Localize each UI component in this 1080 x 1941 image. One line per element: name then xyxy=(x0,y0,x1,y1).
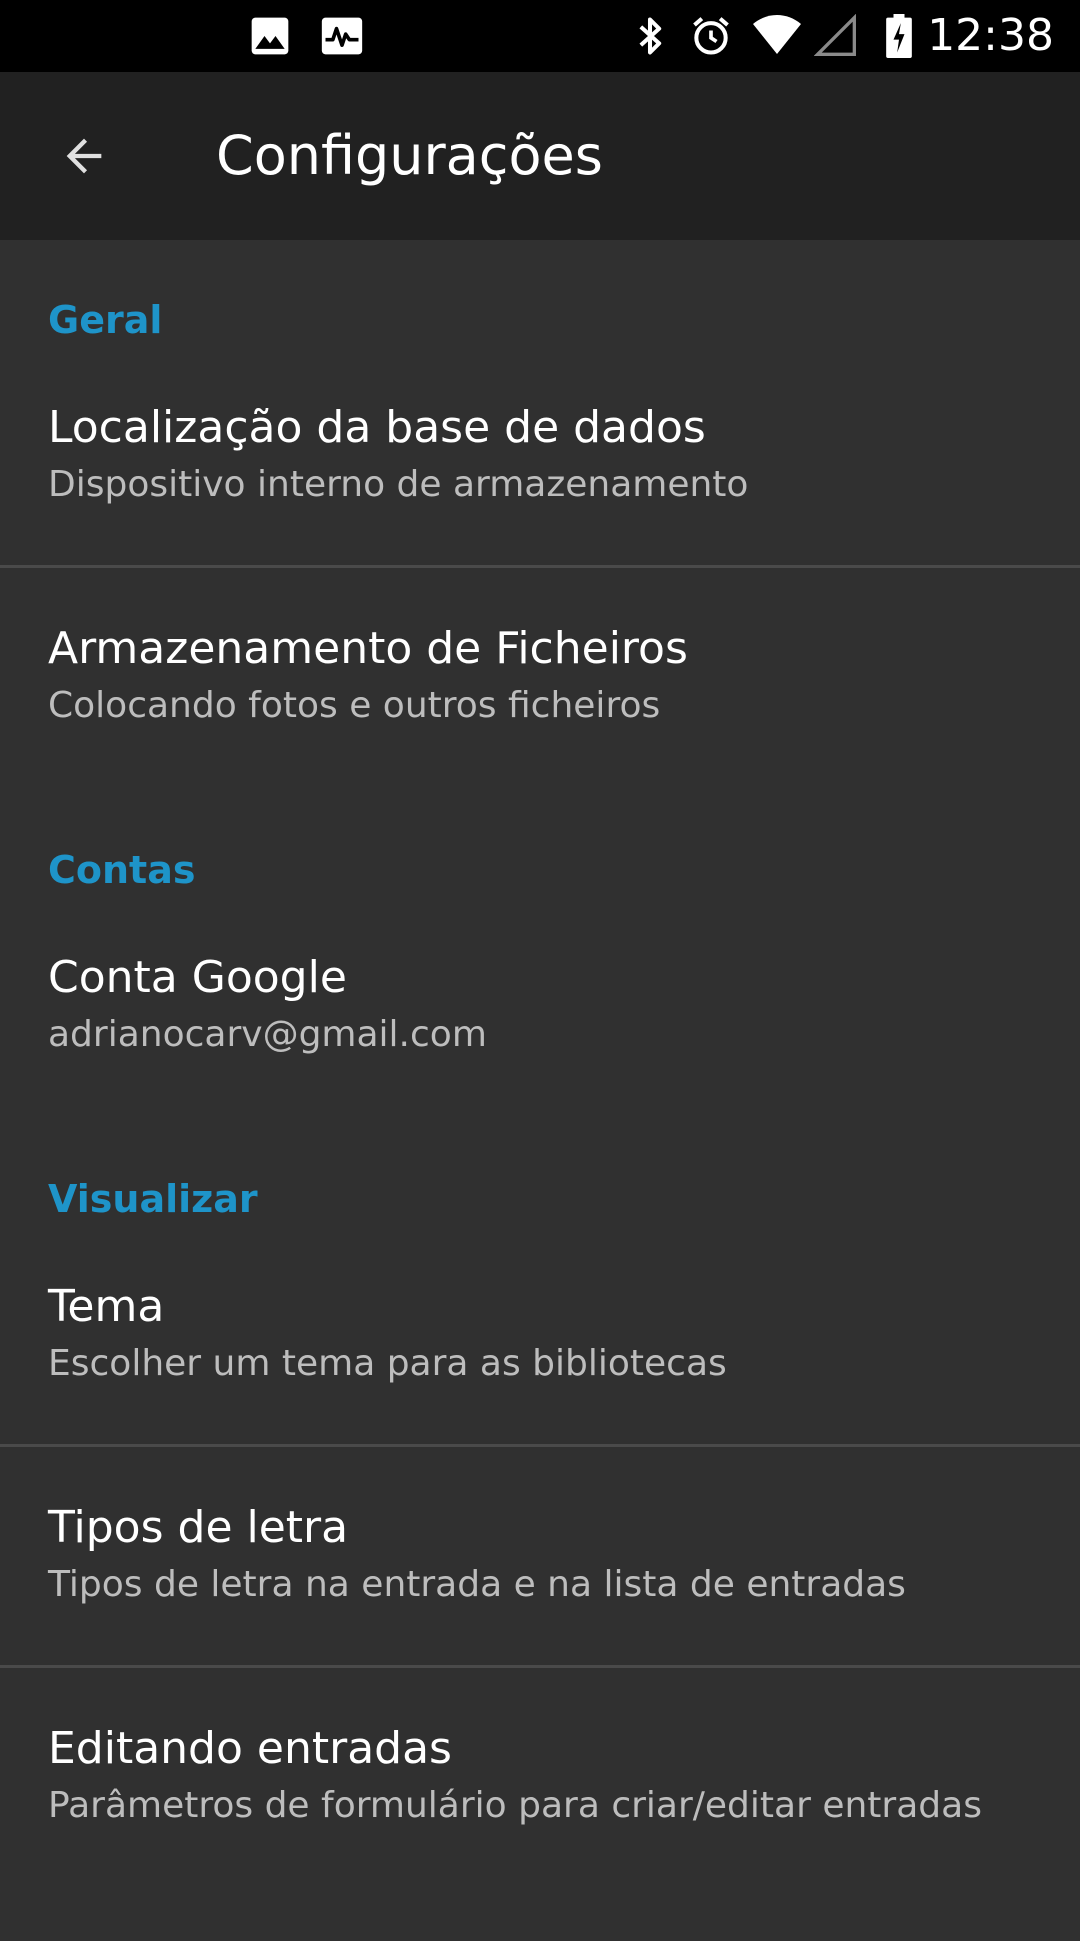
pref-title: Localização da base de dados xyxy=(48,402,706,453)
pref-title: Conta Google xyxy=(48,952,347,1003)
clock: 12:38 xyxy=(927,10,1054,61)
battery-charging-icon xyxy=(886,14,912,58)
pref-summary: Escolher um tema para as bibliotecas xyxy=(48,1343,727,1384)
pref-theme[interactable]: Tema Escolher um tema para as biblioteca… xyxy=(0,1279,1080,1499)
pref-title: Tema xyxy=(48,1281,165,1332)
pref-summary: adrianocarv@gmail.com xyxy=(48,1014,487,1055)
pref-title: Editando entradas xyxy=(48,1723,452,1774)
wifi-icon xyxy=(753,15,801,54)
pref-summary: Parâmetros de formulário para criar/edit… xyxy=(48,1785,982,1826)
pref-summary: Colocando fotos e outros ficheiros xyxy=(48,685,661,726)
activity-icon xyxy=(321,17,363,55)
settings-list: Geral Localização da base de dados Dispo… xyxy=(0,240,1080,1920)
pref-editing-entries[interactable]: Editando entradas Parâmetros de formulár… xyxy=(0,1721,1080,1941)
bluetooth-icon xyxy=(639,17,662,55)
alarm-icon xyxy=(693,17,729,55)
section-header-accounts: Contas xyxy=(48,848,196,892)
arrow-back-icon xyxy=(66,138,102,174)
pref-title: Armazenamento de Ficheiros xyxy=(48,623,688,674)
divider xyxy=(0,1444,1080,1447)
pref-fonts[interactable]: Tipos de letra Tipos de letra na entrada… xyxy=(0,1500,1080,1720)
pref-file-storage[interactable]: Armazenamento de Ficheiros Colocando fot… xyxy=(0,621,1080,841)
divider xyxy=(0,565,1080,568)
page-title: Configurações xyxy=(216,124,603,187)
section-header-general: Geral xyxy=(48,298,163,342)
pref-summary: Tipos de letra na entrada e na lista de … xyxy=(48,1564,906,1605)
pref-database-location[interactable]: Localização da base de dados Dispositivo… xyxy=(0,400,1080,620)
pref-summary: Dispositivo interno de armazenamento xyxy=(48,464,749,505)
status-bar: 12:38 xyxy=(0,0,1080,72)
section-header-display: Visualizar xyxy=(48,1177,258,1221)
back-button[interactable] xyxy=(40,112,128,200)
pref-title: Tipos de letra xyxy=(48,1502,349,1553)
pref-google-account[interactable]: Conta Google adrianocarv@gmail.com xyxy=(0,950,1080,1170)
app-bar: Configurações xyxy=(0,72,1080,240)
image-icon xyxy=(251,17,289,55)
divider xyxy=(0,1665,1080,1668)
signal-icon xyxy=(814,14,856,56)
